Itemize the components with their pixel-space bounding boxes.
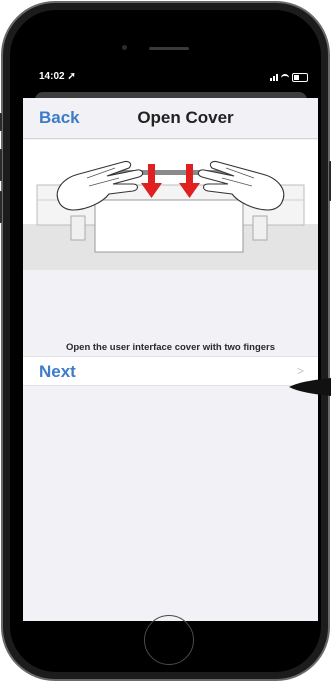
screen: 14:02 ➚ Back Open Cover Open the user in… [23, 66, 318, 621]
pointer-arrow-icon [289, 378, 331, 396]
mute-switch [0, 113, 2, 131]
battery-icon [292, 73, 308, 82]
modal-sheet: Back Open Cover Open the user interface … [23, 98, 318, 621]
volume-up-button [0, 149, 2, 181]
instruction-text: Open the user interface cover with two f… [65, 342, 276, 353]
status-time: 14:02 ➚ [39, 71, 76, 82]
navigation-bar: Back Open Cover [23, 98, 318, 139]
open-cover-illustration [23, 140, 318, 270]
cellular-signal-icon [270, 74, 278, 81]
location-arrow-icon: ➚ [67, 71, 76, 82]
phone-frame: 14:02 ➚ Back Open Cover Open the user in… [0, 1, 331, 681]
page-title: Open Cover [137, 108, 234, 127]
status-bar: 14:02 ➚ [23, 66, 318, 90]
front-camera [122, 45, 127, 50]
earpiece-speaker [149, 47, 189, 50]
home-button[interactable] [144, 615, 194, 665]
next-row[interactable]: Next > [23, 356, 318, 386]
next-button[interactable]: Next [39, 362, 76, 382]
volume-down-button [0, 191, 2, 223]
status-icons [270, 73, 308, 82]
wifi-icon [281, 73, 289, 82]
